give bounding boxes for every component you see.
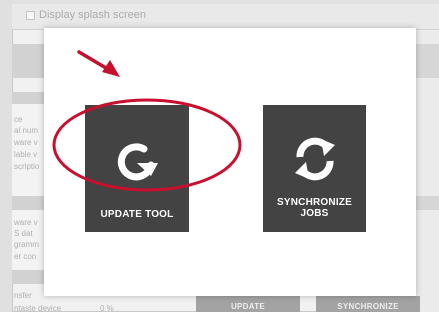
synchronize-jobs-label-line1: SYNCHRONIZE (277, 197, 352, 208)
synchronize-jobs-button[interactable]: SYNCHRONIZE JOBS (263, 105, 366, 232)
tool-selection-dialog: UPDATE TOOL SYNCHRONIZE JOBS (44, 28, 416, 296)
synchronize-jobs-label: SYNCHRONIZE JOBS (263, 197, 366, 219)
update-tool-label: UPDATE TOOL (100, 209, 174, 220)
sync-icon (287, 131, 343, 192)
synchronize-jobs-label-line2: JOBS (300, 208, 329, 219)
update-tool-button[interactable]: UPDATE TOOL (85, 105, 189, 232)
refresh-icon (111, 135, 163, 192)
